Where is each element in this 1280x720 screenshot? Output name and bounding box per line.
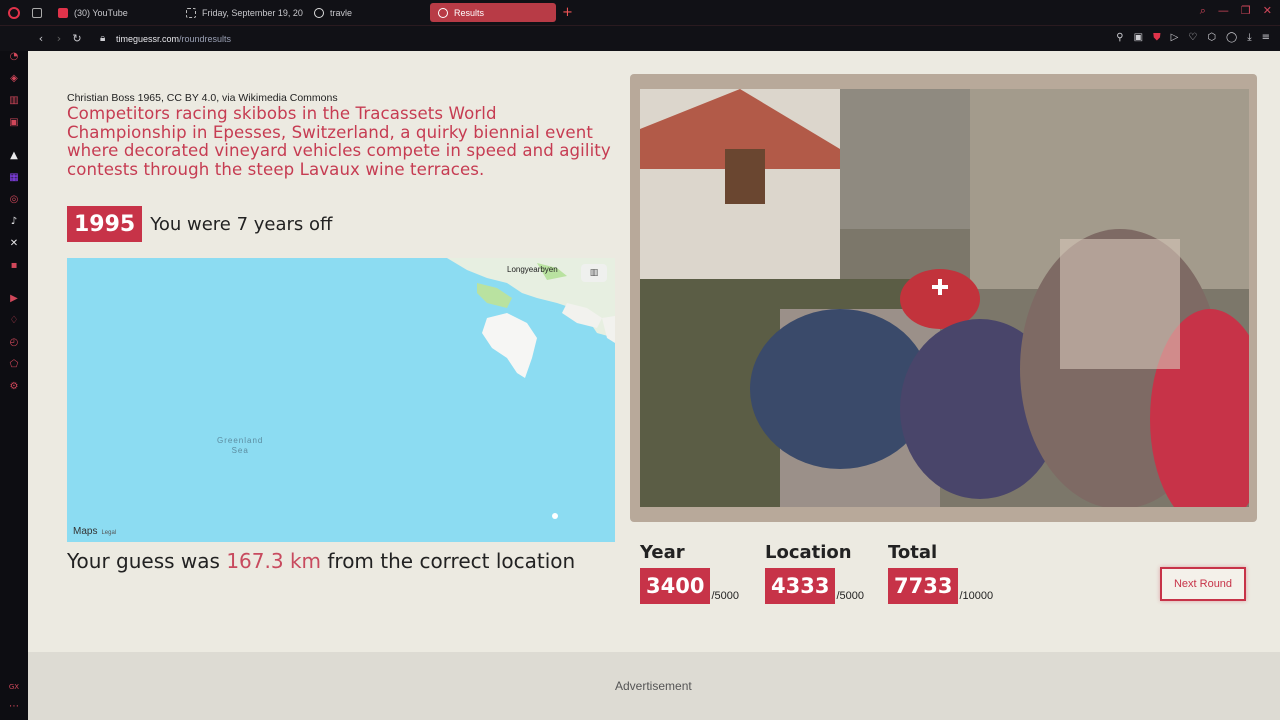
image-credit: Christian Boss 1965, CC BY 4.0, via Wiki…: [67, 92, 338, 104]
opera-logo-icon[interactable]: [0, 0, 28, 25]
location-score-badge: 4333: [765, 568, 836, 604]
correct-year-badge: 1995: [67, 206, 143, 242]
advertisement-label: Advertisement: [615, 679, 692, 693]
compass-icon: [314, 7, 324, 18]
round-photo: [640, 89, 1249, 507]
map-label-greenland-sea: Greenland Sea: [217, 436, 264, 455]
map-type-button[interactable]: ▥: [581, 264, 607, 282]
crypto-wallet-icon[interactable]: ◈: [8, 73, 20, 85]
total-score: Total 7733 /10000: [888, 542, 994, 604]
history-icon[interactable]: ◴: [8, 337, 20, 349]
photo-frame: [630, 74, 1257, 522]
map-attribution: Maps Legal: [73, 526, 117, 537]
heart-icon[interactable]: ♡: [1188, 32, 1197, 43]
settings-icon[interactable]: ⚙: [8, 381, 20, 393]
extensions-icon[interactable]: ⬡: [1207, 32, 1216, 43]
lock-icon: 🔒︎: [100, 33, 106, 44]
search-icon[interactable]: ⌕: [1200, 4, 1206, 18]
advertisement-area: Advertisement: [28, 652, 1280, 720]
year-score-badge: 3400: [640, 568, 711, 604]
more-icon[interactable]: ⋯: [8, 701, 20, 713]
gx-icon[interactable]: GX: [8, 681, 20, 693]
results-page: Christian Boss 1965, CC BY 4.0, via Wiki…: [28, 51, 1280, 720]
snapshot-icon[interactable]: ▣: [1134, 32, 1143, 43]
forward-button[interactable]: ›: [50, 32, 68, 45]
gamepad-icon[interactable]: ▥: [8, 95, 20, 107]
url-field[interactable]: timeguessr.com/roundresults: [116, 34, 231, 44]
tiktok-icon[interactable]: ♪: [8, 216, 20, 228]
x-icon[interactable]: ✕: [8, 238, 20, 250]
distance-text: Your guess was 167.3 km from the correct…: [67, 549, 576, 573]
tab-results[interactable]: Results: [430, 3, 556, 22]
maximize-icon[interactable]: ❐: [1241, 4, 1251, 18]
location-score: Location 4333 /5000: [765, 542, 864, 604]
messenger-icon[interactable]: ▣: [8, 117, 20, 129]
tab-bar: (30) YouTube Friday, September 19, 20 tr…: [0, 0, 1280, 25]
new-tab-button[interactable]: +: [562, 5, 573, 20]
youtube-icon: [58, 7, 68, 18]
tab-date[interactable]: Friday, September 19, 20: [178, 3, 306, 22]
back-button[interactable]: ‹: [32, 32, 50, 45]
address-bar: ‹ › ↻ 🔒︎ timeguessr.com/roundresults ⚲ ▣…: [0, 25, 1280, 51]
browser-sidebar: ◔ ◈ ▥ ▣ ▲ ▦ ◎ ♪ ✕ ▪ ▶ ♢ ◴ ⬠ ⚙ GX ⋯: [0, 51, 28, 720]
player-icon[interactable]: ▶: [8, 293, 20, 305]
total-score-badge: 7733: [888, 568, 959, 604]
map-label-longyearbyen: Longyearbyen: [507, 265, 558, 274]
bookmarks-icon[interactable]: ♢: [8, 315, 20, 327]
play-icon[interactable]: ▷: [1171, 32, 1179, 43]
map-land-shapes: [447, 258, 615, 519]
shield-icon[interactable]: ⛊: [1153, 32, 1161, 43]
extensions-sidebar-icon[interactable]: ⬠: [8, 359, 20, 371]
reload-button[interactable]: ↻: [68, 32, 86, 45]
map-legal-link[interactable]: Legal: [101, 530, 116, 536]
tab-youtube[interactable]: (30) YouTube: [50, 3, 178, 22]
next-round-button[interactable]: Next Round: [1160, 567, 1246, 601]
pin-icon[interactable]: ⚲: [1116, 32, 1123, 43]
aria-icon[interactable]: ◔: [8, 51, 20, 63]
image-description: Competitors racing skibobs in the Tracas…: [67, 104, 611, 179]
instagram-icon[interactable]: ◎: [8, 194, 20, 206]
close-icon[interactable]: ✕: [1263, 4, 1272, 18]
menu-icon[interactable]: ≡: [1262, 32, 1270, 43]
minimize-icon[interactable]: —: [1218, 4, 1229, 18]
tab-workspace-icon[interactable]: [28, 3, 50, 22]
grid-icon: [186, 7, 196, 18]
tab-travle[interactable]: travle: [306, 3, 430, 22]
year-score: Year 3400 /5000: [640, 542, 739, 604]
twitch-icon[interactable]: ▦: [8, 172, 20, 184]
app-a-icon[interactable]: ▲: [8, 150, 20, 162]
year-result: 1995 You were 7 years off: [67, 206, 332, 242]
vk-icon[interactable]: ▪: [8, 260, 20, 272]
download-icon[interactable]: ⤓: [1247, 32, 1251, 43]
years-off-text: You were 7 years off: [150, 213, 333, 235]
result-map[interactable]: Longyearbyen Greenland Sea ▥ Maps Legal: [67, 258, 615, 542]
timeguessr-icon: [438, 7, 448, 18]
profile-icon[interactable]: ◯: [1226, 32, 1237, 43]
distance-value: 167.3 km: [226, 549, 322, 573]
